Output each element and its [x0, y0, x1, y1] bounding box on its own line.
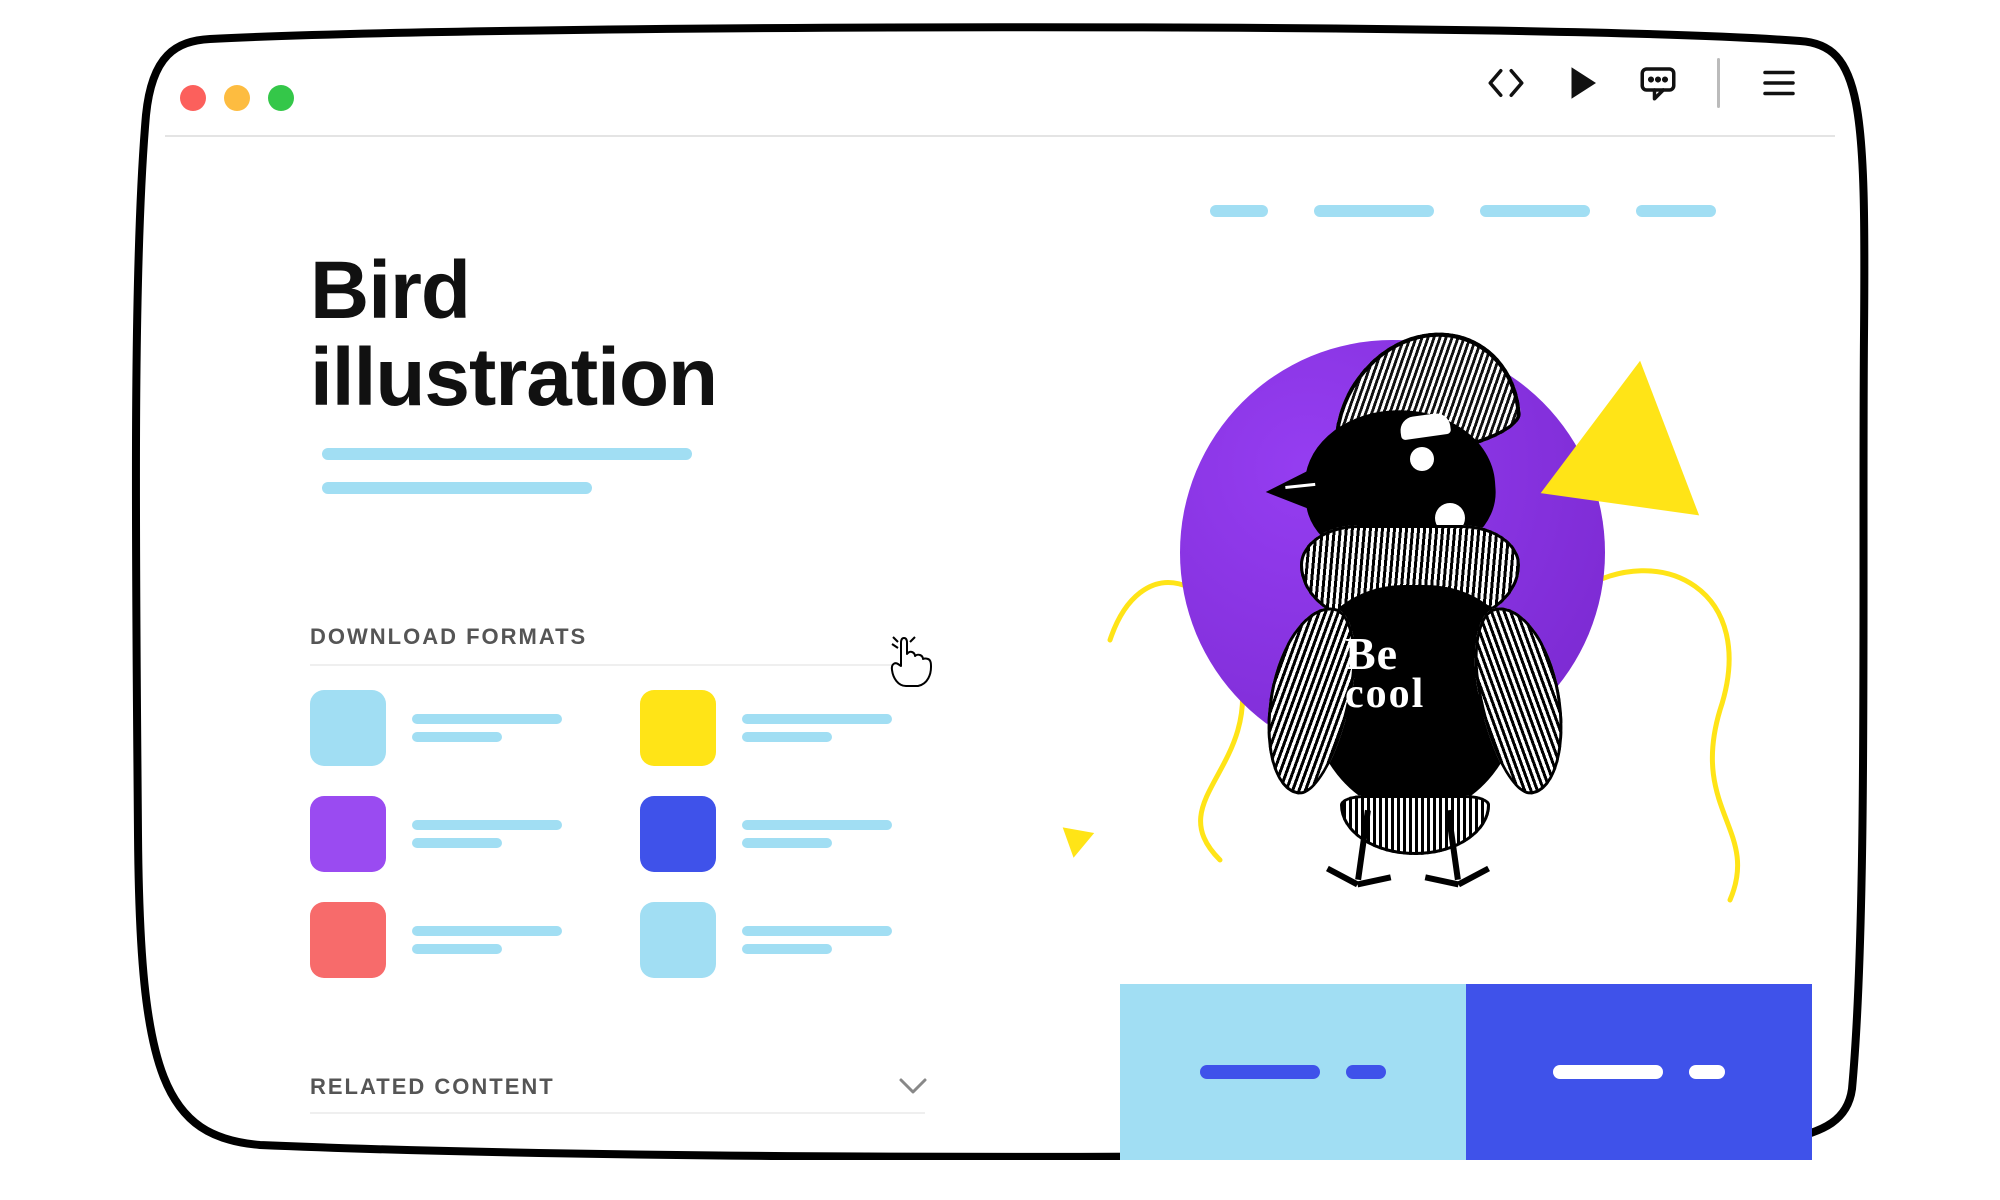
format-item[interactable]: [310, 902, 600, 978]
hero-illustration: Be cool: [1040, 300, 1760, 880]
nav-link[interactable]: [1210, 205, 1268, 217]
illustration-text-line2: cool: [1345, 671, 1425, 717]
format-item[interactable]: [310, 796, 600, 872]
format-label: [742, 918, 892, 962]
format-item[interactable]: [310, 690, 600, 766]
format-item[interactable]: [640, 690, 930, 766]
window-toolbar: [1485, 58, 1800, 108]
chevron-down-icon[interactable]: [895, 1068, 931, 1104]
pointer-cursor-icon: [888, 634, 934, 688]
close-traffic-light[interactable]: [180, 85, 206, 111]
format-swatch: [640, 690, 716, 766]
format-label: [412, 918, 562, 962]
format-label: [412, 706, 562, 750]
nav-link[interactable]: [1636, 205, 1716, 217]
page-title: Birdillustration: [310, 248, 717, 422]
downloads-heading: DOWNLOAD FORMATS: [310, 624, 587, 650]
format-swatch: [310, 690, 386, 766]
format-swatch: [310, 796, 386, 872]
format-label: [742, 812, 892, 856]
toolbar-separator: [1717, 58, 1720, 108]
format-item[interactable]: [640, 902, 930, 978]
formats-grid: [310, 690, 950, 978]
primary-cta-dark[interactable]: [1466, 984, 1812, 1160]
format-swatch: [640, 796, 716, 872]
related-divider: [310, 1112, 925, 1114]
zoom-traffic-light[interactable]: [268, 85, 294, 111]
format-label: [742, 706, 892, 750]
primary-cta-light[interactable]: [1120, 984, 1466, 1160]
format-swatch: [640, 902, 716, 978]
nav-link[interactable]: [1480, 205, 1590, 217]
format-swatch: [310, 902, 386, 978]
nav-links: [1210, 205, 1716, 217]
titlebar-divider: [165, 135, 1835, 137]
comment-icon[interactable]: [1637, 62, 1679, 104]
related-heading: RELATED CONTENT: [310, 1074, 555, 1100]
minimize-traffic-light[interactable]: [224, 85, 250, 111]
format-label: [412, 812, 562, 856]
page-subtitle: [322, 448, 692, 516]
menu-icon[interactable]: [1758, 62, 1800, 104]
format-item[interactable]: [640, 796, 930, 872]
code-icon[interactable]: [1485, 62, 1527, 104]
nav-link[interactable]: [1314, 205, 1434, 217]
play-icon[interactable]: [1561, 62, 1603, 104]
bird-illustration: Be cool: [1250, 355, 1570, 865]
illustration-text: Be cool: [1345, 635, 1425, 711]
small-yellow-triangle: [1058, 827, 1094, 860]
downloads-divider: [310, 664, 925, 666]
